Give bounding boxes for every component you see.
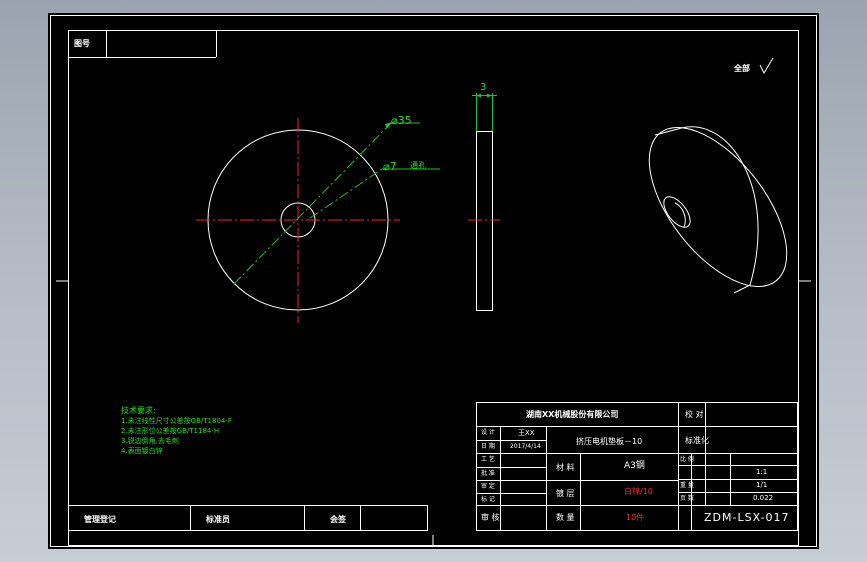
dimension-lines (233, 93, 497, 285)
countersign-label: 会签 (330, 515, 346, 524)
quantity-label: 数 量 (556, 513, 575, 522)
designer-name: 王XX (518, 429, 535, 437)
drawing-sheet: 图号 ⌀35 ⌀7 通孔 3 全部 技术要求: 1.未注线性尺寸公差按GB/T1… (48, 13, 819, 549)
inner-border (68, 30, 799, 546)
center-lines (196, 118, 500, 323)
company-name: 湖南XX机械股份有限公司 (526, 410, 619, 419)
approve-row-label: 批 准 (481, 470, 495, 477)
bottom-strip (68, 505, 428, 531)
outer-diameter-dim: ⌀35 (391, 114, 412, 127)
standardizer-label: 标准员 (206, 515, 230, 524)
roughness-icon (759, 57, 774, 75)
material-value: A3钢 (624, 461, 645, 471)
outer-border (50, 15, 817, 547)
tech-req-item: 2.未注形位公差按GB/T1184-H (121, 427, 220, 435)
audit-row-label: 审 定 (481, 483, 495, 490)
coating-value: 白锌/10 (624, 487, 653, 496)
technical-requirements: 技术要求: 1.未注线性尺寸公差按GB/T1804-F 2.未注形位公差按GB/… (121, 407, 232, 455)
pages-label: 页 数 (680, 495, 694, 502)
scale-value: 1:1 (756, 468, 768, 476)
roughness-label: 全部 (734, 64, 750, 73)
coating-label: 镀 层 (556, 489, 575, 498)
material-label: 材 料 (556, 463, 575, 472)
scale-label: 比 例 (680, 456, 694, 463)
drawing-number: ZDM-LSX-017 (704, 511, 790, 524)
approve-label: 审 核 (481, 513, 500, 522)
iso-hole (663, 196, 691, 228)
tech-req-item: 4.表面镀白锌 (121, 447, 163, 455)
tech-req-item: 1.未注线性尺寸公差按GB/T1804-F (121, 417, 232, 425)
pages-value: 1/1 (756, 481, 768, 489)
weight-label: 重 量 (680, 482, 694, 489)
thickness-dim: 3 (480, 82, 487, 93)
designer-label: 设 计 (481, 429, 495, 436)
date-value: 2017/4/14 (510, 443, 541, 450)
drawing-canvas (50, 15, 817, 547)
drawing-no-label: 图号 (74, 39, 90, 48)
date-label: 日 期 (481, 443, 495, 450)
side-view-body (476, 131, 493, 311)
registry-label: 管理登记 (84, 515, 116, 524)
standard-label: 标准化 (685, 436, 709, 445)
tech-req-item: 3.锐边倒角,去毛刺 (121, 437, 179, 445)
weight-value: 0.022 (753, 494, 774, 502)
hole-diameter-dim: ⌀7 (383, 160, 397, 173)
process-row-label: 工 艺 (481, 456, 495, 463)
mark-row-label: 标 记 (481, 496, 495, 503)
hole-note: 通孔 (410, 161, 426, 170)
check-label: 校 对 (685, 410, 704, 419)
part-name: 挤压电机垫板－10 (576, 437, 643, 446)
tech-req-title: 技术要求: (121, 406, 156, 415)
quantity-value: 10件 (626, 513, 645, 522)
iso-edge (654, 126, 759, 294)
